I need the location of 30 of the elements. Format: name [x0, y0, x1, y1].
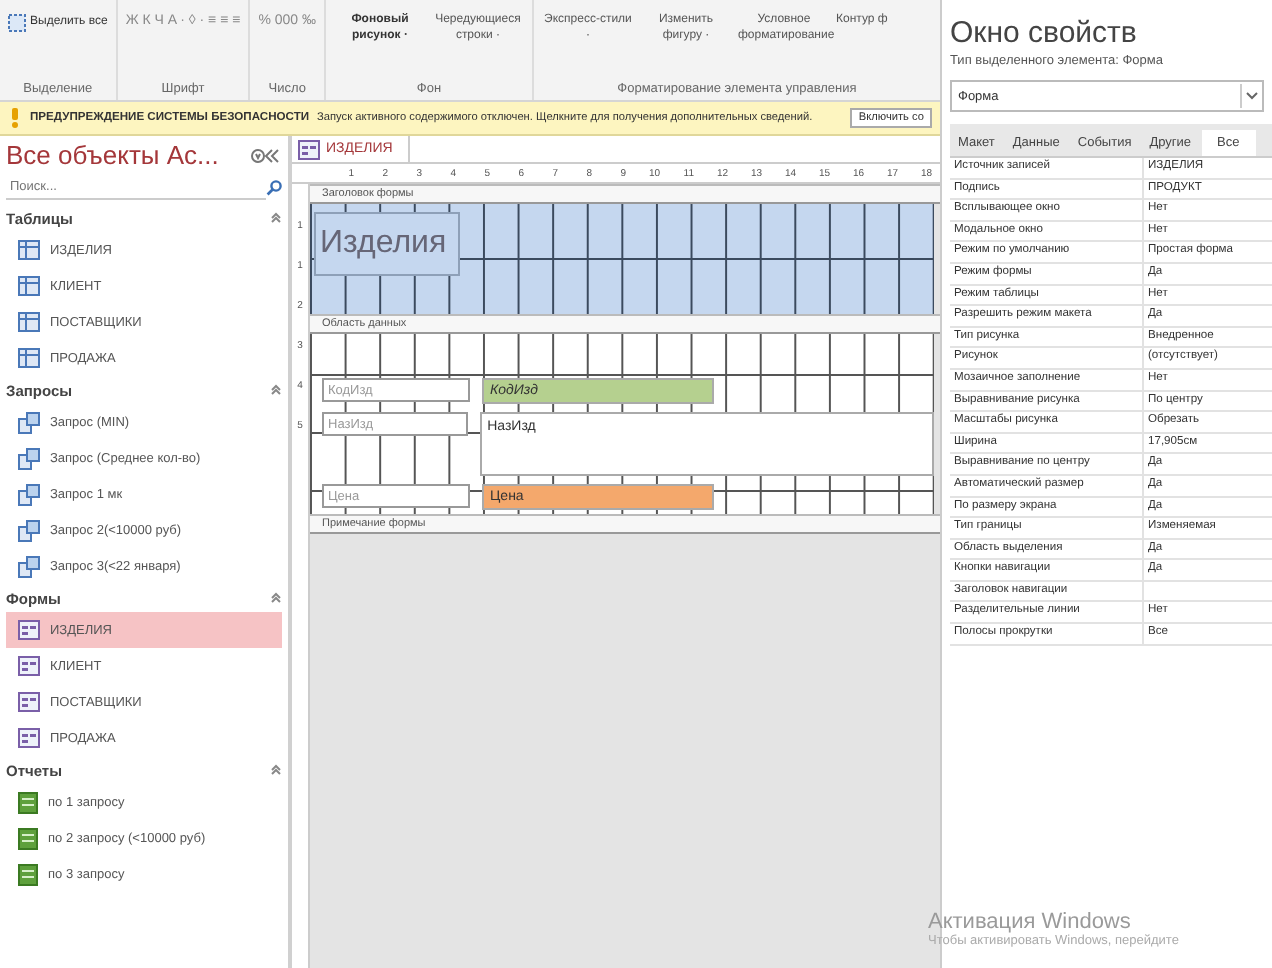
- collapse-chevron-icon[interactable]: [270, 764, 282, 776]
- activation-title: Активация Windows: [928, 910, 1133, 934]
- form-icon: [18, 692, 40, 712]
- table-icon: [18, 276, 40, 296]
- form-icon: [18, 728, 40, 748]
- table-icon: [18, 348, 40, 368]
- report-icon: [18, 791, 38, 813]
- property-sheet-title: Окно свойств: [950, 16, 1139, 50]
- collapse-icon[interactable]: [250, 147, 282, 163]
- form-icon: [18, 620, 40, 640]
- report-icon: [18, 827, 38, 849]
- table-icon: [18, 312, 40, 332]
- collapse-chevron-icon[interactable]: [270, 384, 282, 396]
- query-icon: [18, 447, 40, 469]
- search-icon: [266, 179, 282, 195]
- query-icon: [18, 555, 40, 577]
- report-icon: [18, 863, 38, 885]
- form-title-label[interactable]: Изделия: [314, 212, 461, 276]
- form-icon: [298, 139, 320, 159]
- select-all-icon: [8, 14, 26, 32]
- query-icon: [18, 519, 40, 541]
- collapse-chevron-icon[interactable]: [270, 592, 282, 604]
- nav-pane-title[interactable]: Все объекты Ac...: [6, 140, 219, 170]
- caret-icon: [1246, 92, 1258, 100]
- form-icon: [18, 656, 40, 676]
- table-icon: [18, 240, 40, 260]
- query-icon: [18, 483, 40, 505]
- collapse-chevron-icon[interactable]: [270, 212, 282, 224]
- query-icon: [18, 411, 40, 433]
- warning-icon: [8, 108, 22, 128]
